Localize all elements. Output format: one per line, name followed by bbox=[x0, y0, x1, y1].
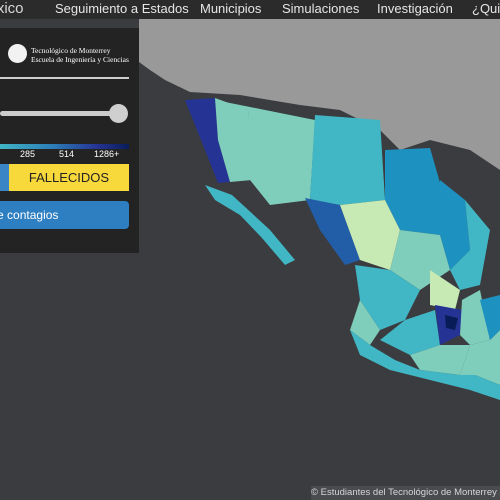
navbar-brand[interactable]: México bbox=[0, 0, 24, 17]
date-slider-handle[interactable] bbox=[109, 104, 128, 123]
panel-divider bbox=[0, 77, 129, 79]
logo: Tecnológico de Monterrey Escuela de Inge… bbox=[8, 42, 133, 74]
legend-tick-285: 285 bbox=[20, 149, 36, 159]
state-chihuahua[interactable] bbox=[310, 115, 385, 205]
logo-line-2: Escuela de Ingeniería y Ciencias bbox=[31, 55, 129, 64]
date-slider-track[interactable] bbox=[0, 111, 118, 116]
nav-quienes-somos[interactable]: ¿Quiénes somos? bbox=[472, 0, 500, 17]
fallecidos-button[interactable]: FALLECIDOS bbox=[9, 164, 129, 191]
attribution-footer: © Estudiantes del Tecnológico de Monterr… bbox=[311, 486, 500, 500]
top-navbar: México Seguimiento a Estados Municipios … bbox=[0, 0, 500, 19]
mapa-contagios-button[interactable]: Mapa de contagios bbox=[0, 201, 129, 229]
nav-simulaciones[interactable]: Simulaciones bbox=[282, 0, 359, 17]
nav-seguimiento-estados[interactable]: Seguimiento a Estados bbox=[55, 0, 189, 17]
legend-tick-1286: 1286+ bbox=[94, 149, 120, 159]
control-panel: Tecnológico de Monterrey Escuela de Inge… bbox=[0, 28, 139, 253]
mapa-contagios-label: Mapa de contagios bbox=[0, 208, 59, 222]
nav-municipios[interactable]: Municipios bbox=[200, 0, 261, 17]
legend-tick-514: 514 bbox=[59, 149, 75, 159]
logo-line-1: Tecnológico de Monterrey bbox=[31, 46, 111, 55]
institution-seal-icon bbox=[8, 44, 27, 63]
contagios-toggle-button[interactable] bbox=[0, 164, 9, 191]
nav-investigacion[interactable]: Investigación bbox=[377, 0, 453, 17]
